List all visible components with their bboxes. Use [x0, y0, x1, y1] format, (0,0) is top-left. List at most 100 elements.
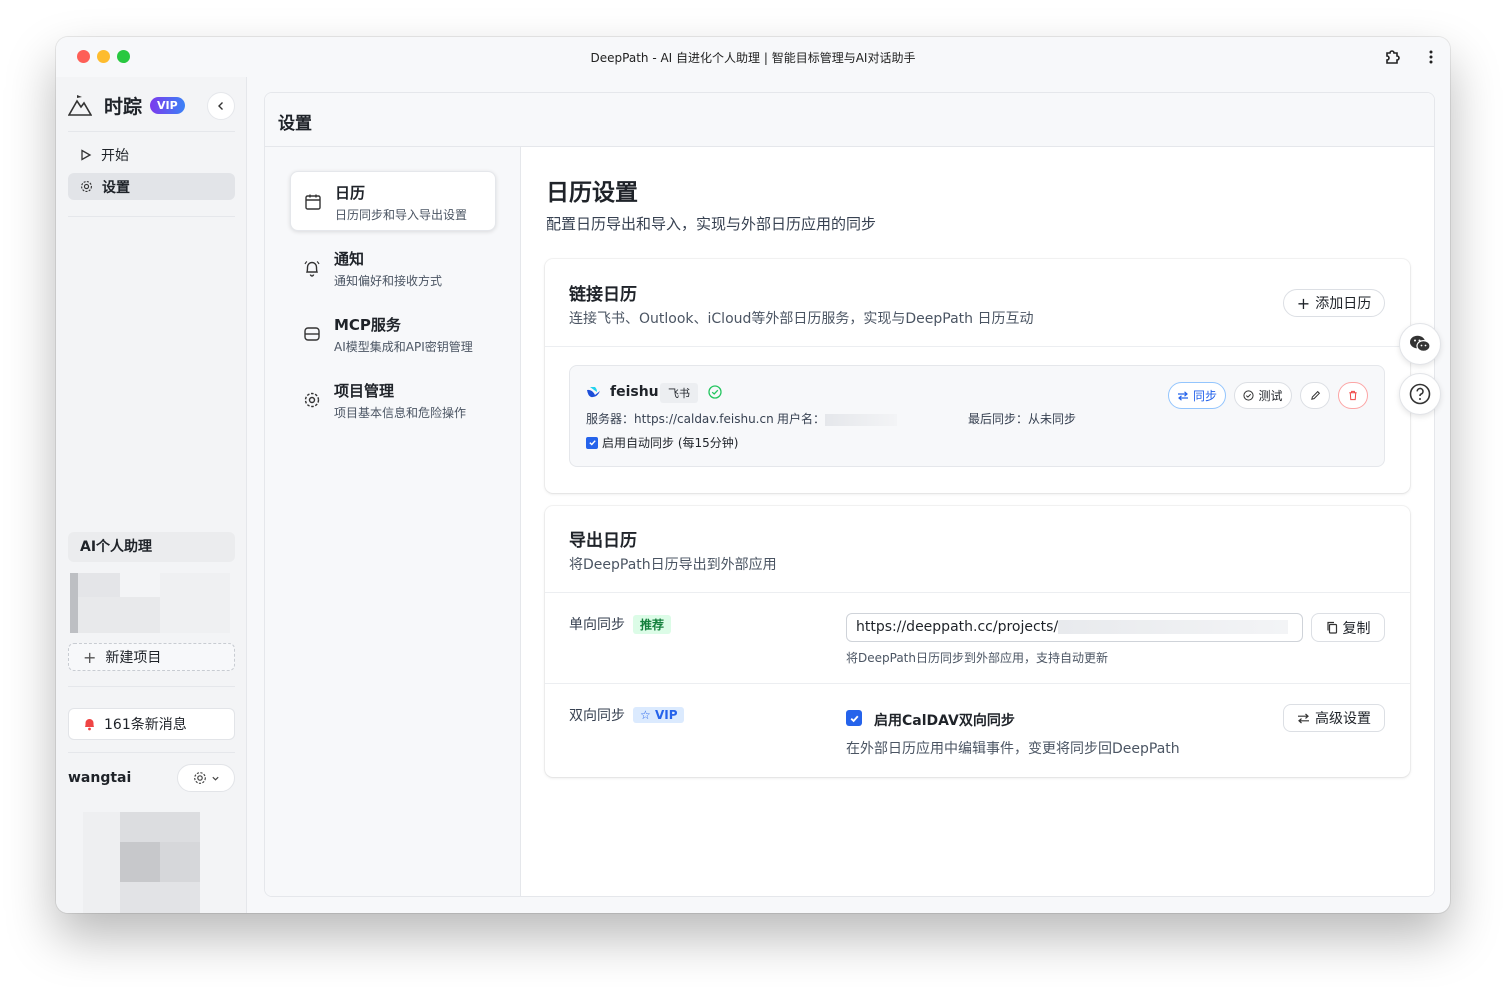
user-name: wangtai: [68, 770, 132, 786]
swap-arrows-icon: [1298, 713, 1309, 723]
wechat-icon: [1410, 335, 1431, 353]
settings-panel: 设置 日历 日历同步和导入导出设置 通知 通知偏好和接收方式 MCP服务 AI模…: [264, 92, 1435, 897]
add-calendar-label: 添加日历: [1315, 296, 1372, 312]
sidebar-item-label: 设置: [102, 179, 130, 196]
advanced-settings-button[interactable]: 高级设置: [1283, 704, 1385, 732]
export-url-input[interactable]: https://deeppath.cc/projects/: [846, 613, 1303, 642]
extension-icon[interactable]: [1384, 48, 1402, 66]
redacted-block: [78, 573, 120, 597]
settings-nav-title: MCP服务: [334, 316, 401, 334]
twoway-sync-row: 双向同步 ☆ VIP 启用CalDAV双向同步 高级设置 在外部日历应用中编辑事…: [545, 684, 1410, 776]
settings-nav-calendar[interactable]: 日历 日历同步和导入导出设置: [290, 171, 496, 231]
play-icon: [81, 148, 92, 161]
gear-icon: [193, 772, 206, 784]
ai-assistant-section[interactable]: AI个人助理: [68, 532, 235, 562]
calendar-name: feishu: [610, 384, 659, 400]
settings-nav-project[interactable]: 项目管理 项目基本信息和危险操作: [290, 370, 496, 430]
twoway-sync-label: 双向同步: [569, 708, 625, 724]
bell-icon: [85, 719, 94, 731]
feishu-logo-icon: [587, 387, 600, 398]
vip-badge: VIP: [150, 96, 185, 114]
sidebar-divider: [68, 131, 235, 132]
card-description: 连接飞书、Outlook、iCloud等外部日历服务，实现与DeepPath 日…: [569, 311, 1034, 327]
window-title: DeepPath - AI 自进化个人助理 | 智能目标管理与AI对话助手: [590, 51, 916, 65]
export-calendar-card: 导出日历 将DeepPath日历导出到外部应用 单向同步 推荐 https://…: [545, 506, 1410, 777]
settings-nav-title: 日历: [335, 184, 366, 202]
settings-nav-notifications[interactable]: 通知 通知偏好和接收方式: [290, 238, 496, 298]
gear-icon: [81, 181, 92, 192]
user-settings-button[interactable]: [177, 764, 235, 792]
redacted-block: [120, 842, 160, 882]
sync-arrows-icon: [1177, 390, 1188, 401]
trash-icon: [1349, 390, 1357, 401]
page-title: 设置: [278, 114, 312, 134]
copy-label: 复制: [1342, 620, 1371, 637]
help-circle-icon: [1409, 383, 1431, 405]
calendar-icon: [305, 194, 321, 210]
collapse-sidebar-button[interactable]: [207, 92, 235, 120]
wechat-button[interactable]: [1399, 323, 1441, 365]
calendar-settings-content: 日历设置 配置日历导出和导入，实现与外部日历应用的同步 链接日历 连接飞书、Ou…: [522, 147, 1434, 896]
sidebar: 时踪 VIP 开始 设置 AI个人助理 + 新建项目 161条新消息 wangt…: [56, 77, 247, 913]
section-description: 配置日历导出和导入，实现与外部日历应用的同步: [546, 215, 877, 233]
sync-button[interactable]: 同步: [1168, 382, 1226, 409]
settings-nav-mcp[interactable]: MCP服务 AI模型集成和API密钥管理: [290, 304, 496, 364]
sidebar-divider: [68, 216, 235, 217]
oneway-sync-row: 单向同步 推荐 https://deeppath.cc/projects/ 复制…: [545, 593, 1410, 683]
new-project-button[interactable]: + 新建项目: [68, 643, 235, 671]
sidebar-item-settings[interactable]: 设置: [68, 173, 235, 200]
settings-nav-title: 项目管理: [334, 382, 395, 400]
redacted-block: [120, 812, 200, 842]
last-sync-label: 最后同步：: [968, 412, 1029, 426]
bell-icon: [304, 260, 320, 277]
card-title: 链接日历: [569, 285, 637, 305]
vip-tag-label: VIP: [654, 708, 678, 722]
check-circle-icon: [1243, 390, 1255, 401]
settings-nav-subtitle: 通知偏好和接收方式: [334, 274, 443, 288]
redacted-url-part: [1058, 620, 1289, 634]
advanced-settings-label: 高级设置: [1315, 711, 1371, 727]
messages-count: 161条新消息: [104, 717, 187, 733]
plus-icon: +: [83, 647, 97, 667]
settings-nav-title: 通知: [334, 250, 365, 268]
test-label: 测试: [1258, 389, 1283, 403]
delete-button[interactable]: [1338, 382, 1368, 409]
new-project-label: 新建项目: [105, 650, 162, 666]
app-window: DeepPath - AI 自进化个人助理 | 智能目标管理与AI对话助手 时踪…: [56, 37, 1450, 913]
test-button[interactable]: 测试: [1234, 382, 1292, 409]
export-url-hint: 将DeepPath日历同步到外部应用，支持自动更新: [846, 651, 1108, 665]
more-vertical-icon[interactable]: [1426, 48, 1436, 66]
redacted-block: [120, 882, 200, 913]
redacted-block: [83, 812, 120, 913]
help-button[interactable]: [1399, 373, 1441, 415]
edit-button[interactable]: [1300, 382, 1330, 409]
linked-calendars-card: 链接日历 连接飞书、Outlook、iCloud等外部日历服务，实现与DeepP…: [545, 259, 1410, 493]
settings-nav: 日历 日历同步和导入导出设置 通知 通知偏好和接收方式 MCP服务 AI模型集成…: [265, 147, 521, 896]
notifications-button[interactable]: 161条新消息: [68, 708, 235, 740]
username-info: 用户名：: [777, 410, 898, 427]
section-title: 日历设置: [546, 180, 638, 206]
sync-label: 同步: [1192, 389, 1217, 403]
caldav-hint: 在外部日历应用中编辑事件，变更将同步回DeepPath: [846, 741, 1180, 757]
server-icon: [304, 327, 320, 341]
settings-nav-subtitle: 日历同步和导入导出设置: [335, 208, 468, 222]
redacted-block: [160, 573, 230, 633]
pencil-icon: [1310, 390, 1320, 400]
mountain-logo-icon: [68, 95, 92, 116]
sidebar-item-start[interactable]: 开始: [68, 141, 235, 168]
redacted-block: [70, 573, 78, 633]
copy-button[interactable]: 复制: [1311, 613, 1385, 642]
server-info: 服务器：https://caldav.feishu.cn: [586, 410, 774, 427]
checkbox-checked-icon: [586, 436, 598, 449]
redacted-username: [825, 413, 898, 426]
check-circle-icon: [708, 385, 722, 399]
panel-header: 设置: [265, 93, 1434, 147]
auto-sync-checkbox[interactable]: 启用自动同步 (每15分钟): [586, 434, 738, 451]
redacted-block: [160, 842, 200, 882]
oneway-sync-label-group: 单向同步 推荐: [569, 614, 672, 634]
sidebar-divider: [68, 686, 235, 687]
caldav-checkbox[interactable]: [846, 710, 862, 726]
add-calendar-button[interactable]: + 添加日历: [1283, 289, 1385, 317]
card-divider: [545, 346, 1410, 347]
checkbox-checked-icon: [850, 715, 858, 722]
